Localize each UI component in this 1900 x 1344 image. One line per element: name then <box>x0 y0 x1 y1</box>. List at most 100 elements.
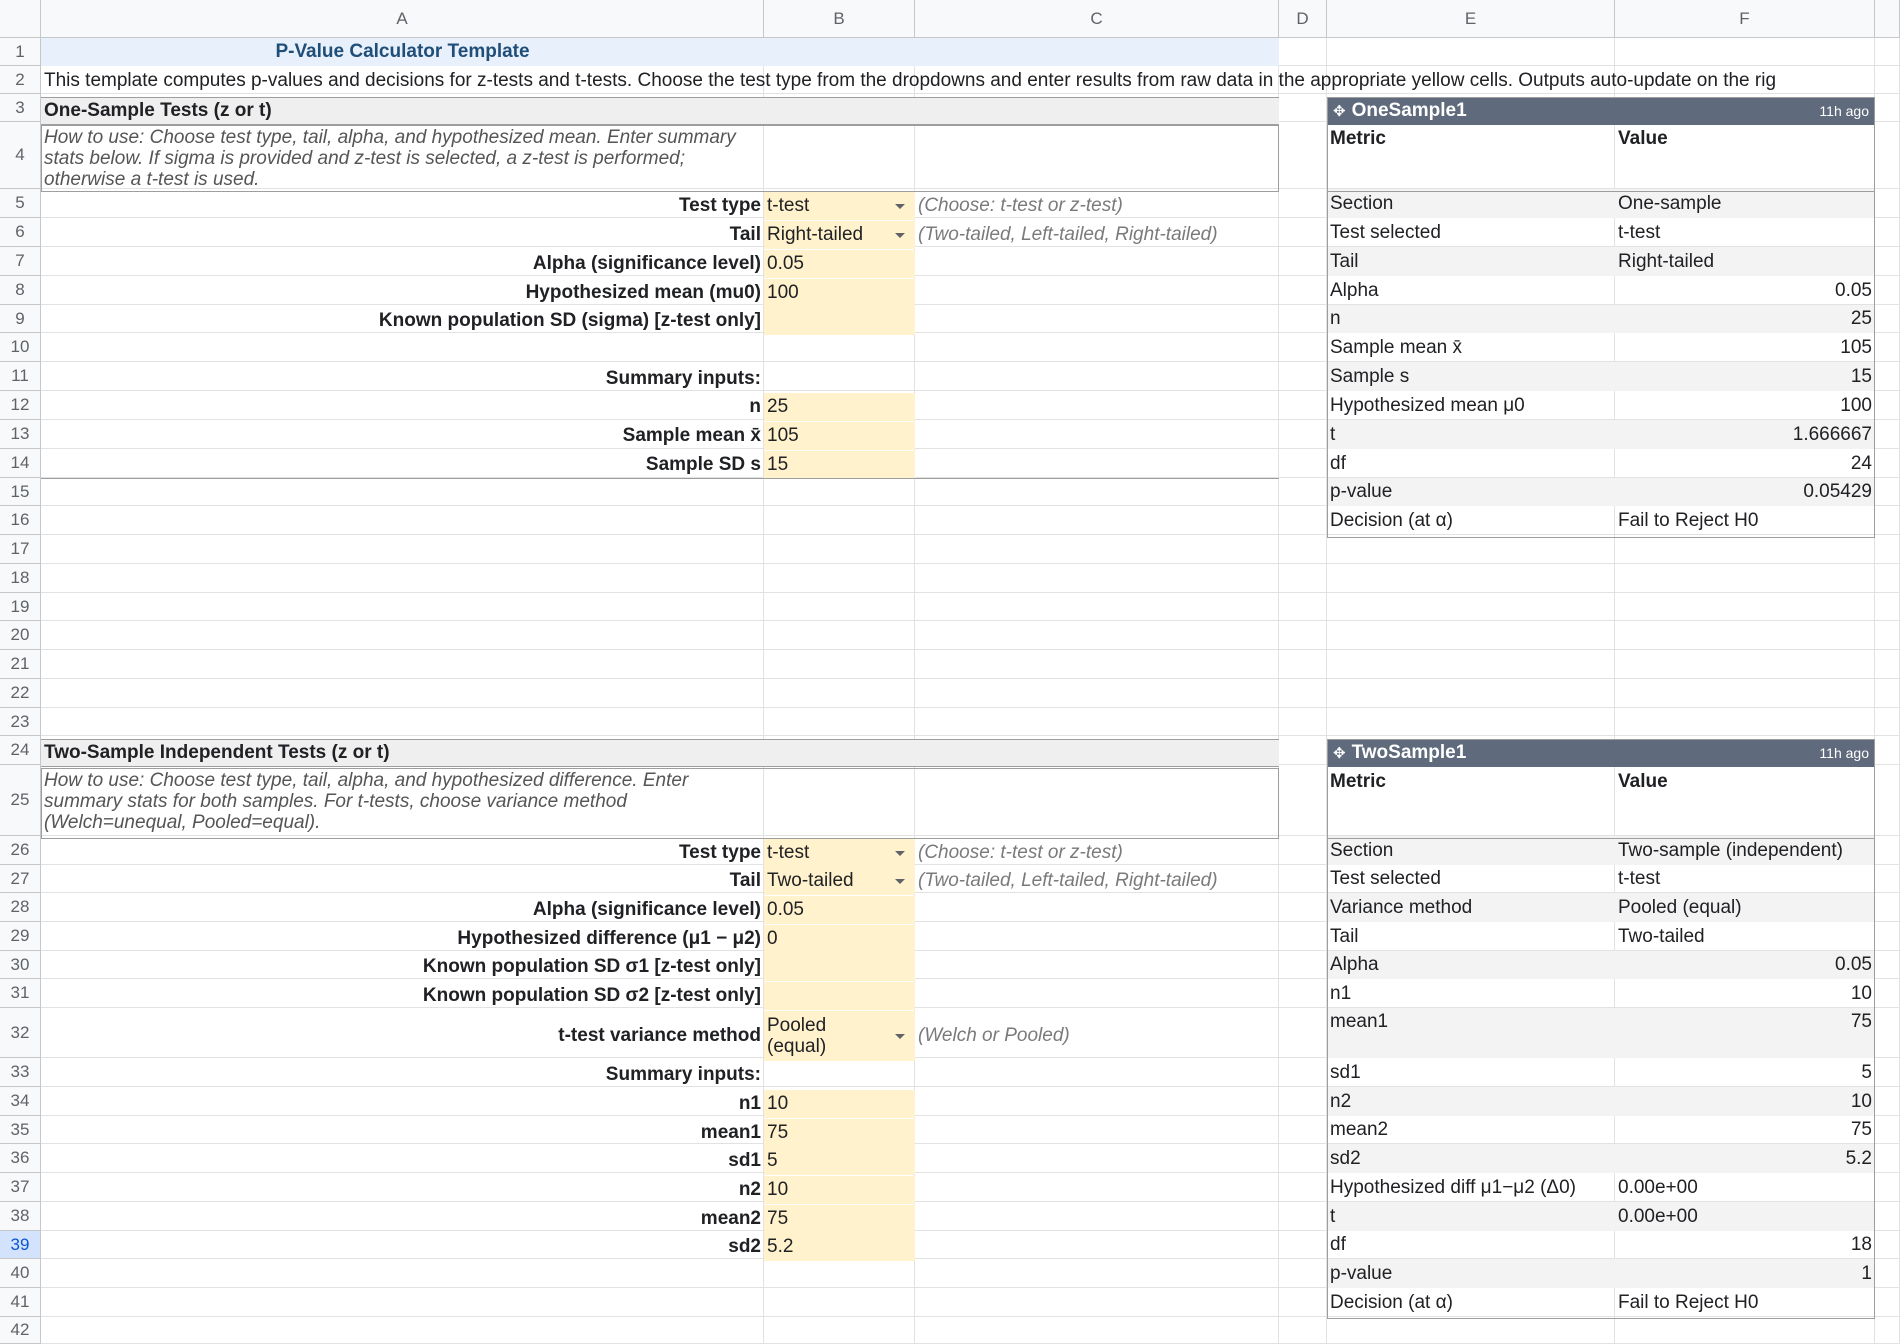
row-header-28[interactable]: 28 <box>0 893 41 922</box>
twosample-value-cell[interactable]: t-test <box>1615 865 1875 893</box>
row-header-2[interactable]: 2 <box>0 66 41 94</box>
onesample-metric-cell[interactable]: Tail <box>1327 247 1615 276</box>
twosample-metric-cell[interactable]: Decision (at α) <box>1327 1288 1615 1317</box>
os-sd-input[interactable]: 15 <box>764 451 915 479</box>
onesample-value-cell[interactable]: 1.666667 <box>1615 420 1875 449</box>
twosample-value-cell[interactable]: Fail to Reject H0 <box>1615 1288 1875 1317</box>
row-header-25[interactable]: 25 <box>0 765 41 836</box>
onesample-value-cell[interactable]: Right-tailed <box>1615 247 1875 276</box>
row-header-31[interactable]: 31 <box>0 979 41 1008</box>
onesample-value-cell[interactable]: Fail to Reject H0 <box>1615 506 1875 535</box>
onesample-value-cell[interactable]: One-sample <box>1615 189 1875 218</box>
select-all-corner[interactable] <box>0 0 41 38</box>
row-header-8[interactable]: 8 <box>0 276 41 305</box>
column-header-a[interactable]: A <box>41 0 764 38</box>
two-sample-howto[interactable]: How to use: Choose test type, tail, alph… <box>41 768 761 838</box>
one-sample-header[interactable]: One-Sample Tests (z or t) <box>41 97 761 125</box>
os-n-input[interactable]: 25 <box>764 393 915 421</box>
row-header-4[interactable]: 4 <box>0 122 41 189</box>
onesample-metric-cell[interactable]: df <box>1327 449 1615 478</box>
onesample-metric-cell[interactable]: Sample s <box>1327 362 1615 391</box>
row-header-39[interactable]: 39 <box>0 1231 41 1259</box>
twosample-metric-cell[interactable]: Variance method <box>1327 893 1615 922</box>
sheet-title[interactable]: P-Value Calculator Template <box>41 38 764 66</box>
column-header-e[interactable]: E <box>1327 0 1615 38</box>
onesample-value-cell[interactable]: 0.05 <box>1615 276 1875 305</box>
intro-text[interactable]: This template computes p-values and deci… <box>41 67 1900 95</box>
os-mean-input[interactable]: 105 <box>764 422 915 450</box>
twosample-col-metric[interactable]: Metric <box>1327 768 1615 796</box>
twosample-value-cell[interactable]: Pooled (equal) <box>1615 893 1875 922</box>
twosample-metric-cell[interactable]: df <box>1327 1231 1615 1259</box>
onesample-col-metric[interactable]: Metric <box>1327 125 1615 153</box>
onesample-value-cell[interactable]: 0.05429 <box>1615 478 1875 506</box>
twosample-value-cell[interactable]: 5.2 <box>1615 1144 1875 1173</box>
onesample-metric-cell[interactable]: Hypothesized mean μ0 <box>1327 391 1615 420</box>
row-header-30[interactable]: 30 <box>0 951 41 979</box>
row-header-41[interactable]: 41 <box>0 1288 41 1317</box>
ts-sd2-input[interactable]: 5.2 <box>764 1233 915 1261</box>
row-header-27[interactable]: 27 <box>0 865 41 893</box>
ts-sd1-input[interactable]: 5 <box>764 1147 915 1175</box>
twosample-value-cell[interactable]: 5 <box>1615 1058 1875 1087</box>
row-header-5[interactable]: 5 <box>0 189 41 218</box>
row-header-15[interactable]: 15 <box>0 478 41 506</box>
twosample-value-cell[interactable]: 18 <box>1615 1231 1875 1259</box>
onesample-col-value[interactable]: Value <box>1615 125 1875 153</box>
column-header-c[interactable]: C <box>915 0 1279 38</box>
twosample-value-cell[interactable]: 0.05 <box>1615 951 1875 979</box>
row-header-32[interactable]: 32 <box>0 1008 41 1058</box>
one-sample-howto[interactable]: How to use: Choose test type, tail, alph… <box>41 125 761 191</box>
twosample-value-cell[interactable]: Two-tailed <box>1615 922 1875 951</box>
column-header-f[interactable]: F <box>1615 0 1875 38</box>
os-test-type-select[interactable]: t-test <box>764 192 915 220</box>
row-header-17[interactable]: 17 <box>0 535 41 564</box>
row-header-11[interactable]: 11 <box>0 362 41 391</box>
ts-sigma1-input[interactable] <box>764 953 915 981</box>
row-header-21[interactable]: 21 <box>0 650 41 679</box>
row-header-12[interactable]: 12 <box>0 391 41 420</box>
twosample-value-cell[interactable]: 0.00e+00 <box>1615 1202 1875 1231</box>
row-header-13[interactable]: 13 <box>0 420 41 449</box>
twosample-metric-cell[interactable]: Test selected <box>1327 865 1615 893</box>
onesample-metric-cell[interactable]: n <box>1327 305 1615 333</box>
onesample-table-header[interactable]: ✥ OneSample1 11h ago <box>1327 97 1875 125</box>
onesample-metric-cell[interactable]: Alpha <box>1327 276 1615 305</box>
twosample-metric-cell[interactable]: Section <box>1327 836 1615 865</box>
two-sample-header[interactable]: Two-Sample Independent Tests (z or t) <box>41 739 761 767</box>
twosample-metric-cell[interactable]: mean2 <box>1327 1116 1615 1144</box>
row-header-20[interactable]: 20 <box>0 621 41 650</box>
row-header-33[interactable]: 33 <box>0 1058 41 1087</box>
row-header-36[interactable]: 36 <box>0 1144 41 1173</box>
ts-sigma2-input[interactable] <box>764 982 915 1010</box>
twosample-metric-cell[interactable]: sd1 <box>1327 1058 1615 1087</box>
row-header-35[interactable]: 35 <box>0 1116 41 1144</box>
ts-test-type-select[interactable]: t-test <box>764 839 915 867</box>
twosample-metric-cell[interactable]: mean1 <box>1327 1008 1615 1058</box>
row-header-29[interactable]: 29 <box>0 922 41 951</box>
row-header-26[interactable]: 26 <box>0 836 41 865</box>
onesample-value-cell[interactable]: 15 <box>1615 362 1875 391</box>
twosample-metric-cell[interactable]: t <box>1327 1202 1615 1231</box>
row-header-34[interactable]: 34 <box>0 1087 41 1116</box>
ts-n1-input[interactable]: 10 <box>764 1090 915 1118</box>
row-header-38[interactable]: 38 <box>0 1202 41 1231</box>
os-tail-select[interactable]: Right-tailed <box>764 221 915 249</box>
ts-mean2-input[interactable]: 75 <box>764 1205 915 1233</box>
column-header-b[interactable]: B <box>764 0 915 38</box>
row-header-3[interactable]: 3 <box>0 94 41 122</box>
onesample-metric-cell[interactable]: t <box>1327 420 1615 449</box>
row-header-6[interactable]: 6 <box>0 218 41 247</box>
row-header-19[interactable]: 19 <box>0 593 41 621</box>
ts-tail-select[interactable]: Two-tailed <box>764 867 915 895</box>
twosample-value-cell[interactable]: 0.00e+00 <box>1615 1173 1875 1202</box>
row-header-40[interactable]: 40 <box>0 1259 41 1288</box>
twosample-table-header[interactable]: ✥ TwoSample1 11h ago <box>1327 739 1875 767</box>
column-header-d[interactable]: D <box>1279 0 1327 38</box>
onesample-value-cell[interactable]: 25 <box>1615 305 1875 333</box>
row-header-42[interactable]: 42 <box>0 1317 41 1344</box>
row-header-18[interactable]: 18 <box>0 564 41 593</box>
row-header-14[interactable]: 14 <box>0 449 41 478</box>
onesample-metric-cell[interactable]: Decision (at α) <box>1327 506 1615 535</box>
row-header-37[interactable]: 37 <box>0 1173 41 1202</box>
